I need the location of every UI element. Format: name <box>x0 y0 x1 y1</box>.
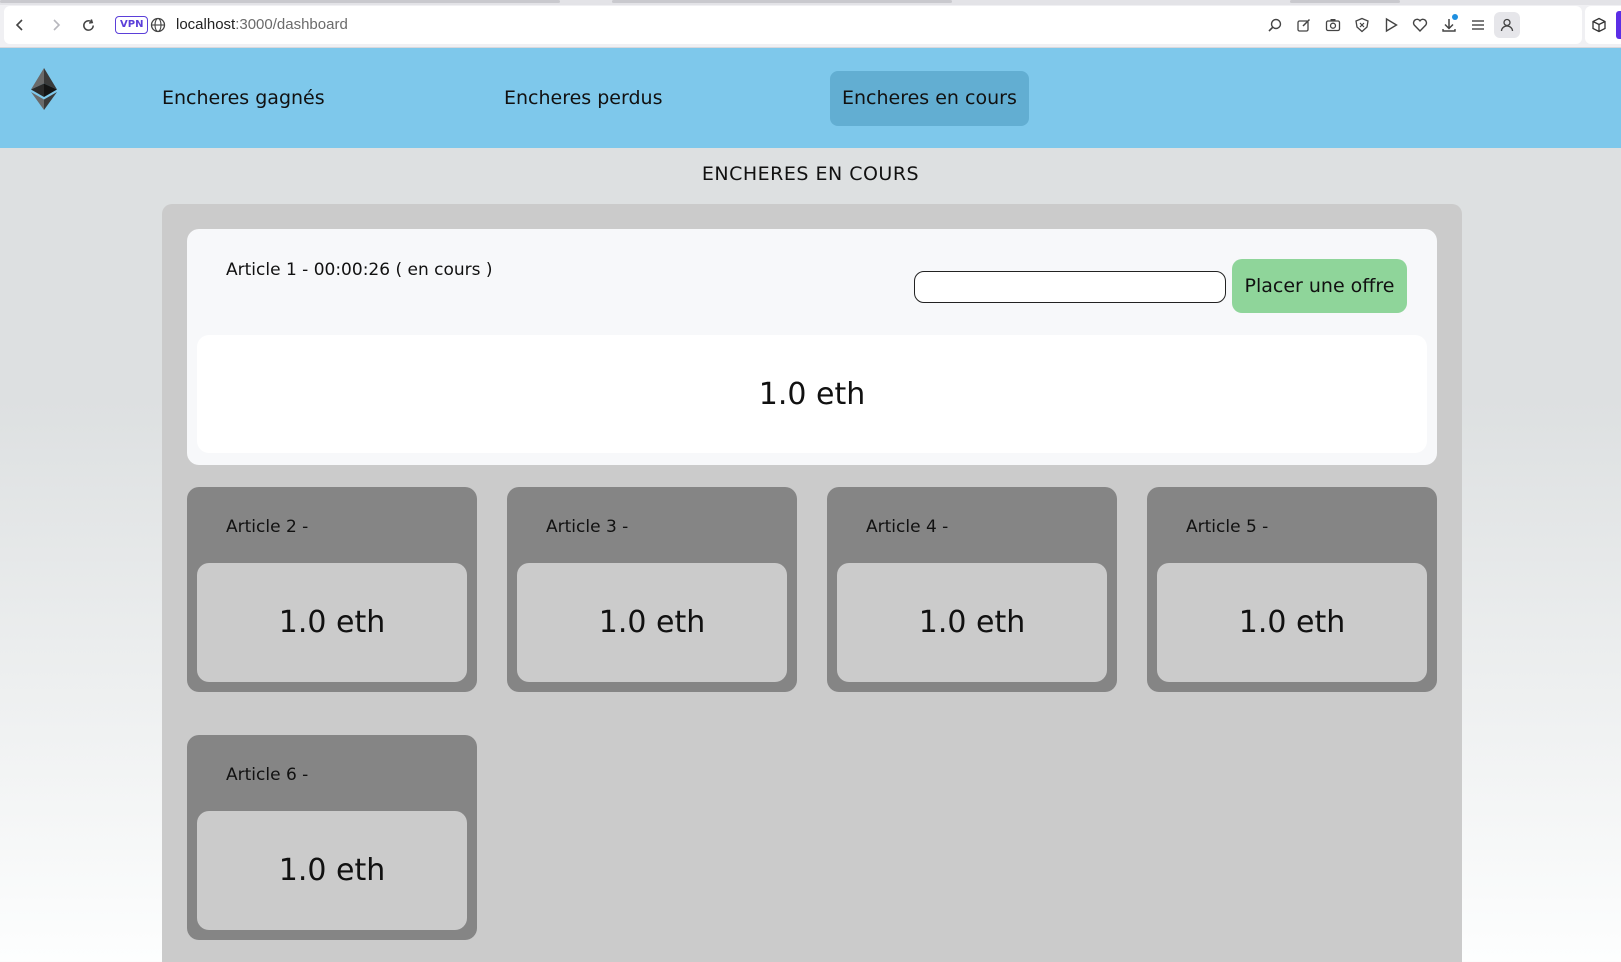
tab-strip <box>0 0 1621 5</box>
play-icon[interactable] <box>1376 6 1405 44</box>
download-icon[interactable] <box>1434 6 1463 44</box>
sidebar-accent <box>1616 11 1621 39</box>
article-price: 1.0 eth <box>197 563 467 682</box>
address-bar[interactable]: VPN localhost:3000/dashboard <box>4 6 1582 44</box>
article-card[interactable]: Article 2 - 1.0 eth <box>187 487 477 692</box>
forward-icon[interactable] <box>42 6 70 44</box>
vpn-badge[interactable]: VPN <box>115 16 149 34</box>
article-card[interactable]: Article 3 - 1.0 eth <box>507 487 797 692</box>
nav-encheres-gagnes[interactable]: Encheres gagnés <box>150 71 337 126</box>
url-text[interactable]: localhost:3000/dashboard <box>176 6 348 44</box>
article-price: 1.0 eth <box>197 335 1427 453</box>
extensions-area[interactable] <box>1585 6 1621 44</box>
page-title: ENCHERES EN COURS <box>701 163 920 185</box>
edit-icon[interactable] <box>1289 6 1318 44</box>
url-host: localhost <box>176 16 236 33</box>
article-price: 1.0 eth <box>837 563 1107 682</box>
featured-article-card: Article 1 - 00:00:26 ( en cours ) Placer… <box>187 229 1437 465</box>
article-title: Article 5 - <box>1186 517 1269 537</box>
heart-icon[interactable] <box>1405 6 1434 44</box>
shield-icon[interactable] <box>1347 6 1376 44</box>
article-title: Article 6 - <box>226 765 309 785</box>
article-price: 1.0 eth <box>517 563 787 682</box>
nav-encheres-perdus[interactable]: Encheres perdus <box>492 71 674 126</box>
nav-encheres-en-cours[interactable]: Encheres en cours <box>830 71 1029 126</box>
menu-icon[interactable] <box>1463 6 1492 44</box>
article-card[interactable]: Article 6 - 1.0 eth <box>187 735 477 940</box>
article-title: Article 4 - <box>866 517 949 537</box>
browser-toolbar: VPN localhost:3000/dashboard <box>0 0 1621 48</box>
screenshot-icon[interactable] <box>1318 6 1347 44</box>
globe-icon[interactable] <box>150 15 170 35</box>
ethereum-logo-icon[interactable] <box>30 68 58 110</box>
article-card[interactable]: Article 5 - 1.0 eth <box>1147 487 1437 692</box>
article-title: Article 2 - <box>226 517 309 537</box>
url-path: :3000/dashboard <box>235 16 348 33</box>
auctions-board: Article 1 - 00:00:26 ( en cours ) Placer… <box>162 204 1462 962</box>
place-bid-button[interactable]: Placer une offre <box>1232 259 1407 313</box>
extension-cube-icon[interactable] <box>1591 17 1607 33</box>
bid-input[interactable] <box>914 271 1226 303</box>
reload-icon[interactable] <box>74 6 102 44</box>
zoom-icon[interactable] <box>1260 6 1289 44</box>
app-navbar: Encheres gagnés Encheres perdus Encheres… <box>0 48 1621 148</box>
back-icon[interactable] <box>6 6 34 44</box>
article-price: 1.0 eth <box>1157 563 1427 682</box>
article-card[interactable]: Article 4 - 1.0 eth <box>827 487 1117 692</box>
profile-icon[interactable] <box>1494 12 1520 38</box>
article-title: Article 3 - <box>546 517 629 537</box>
article-title: Article 1 - 00:00:26 ( en cours ) <box>226 260 493 280</box>
article-price: 1.0 eth <box>197 811 467 930</box>
